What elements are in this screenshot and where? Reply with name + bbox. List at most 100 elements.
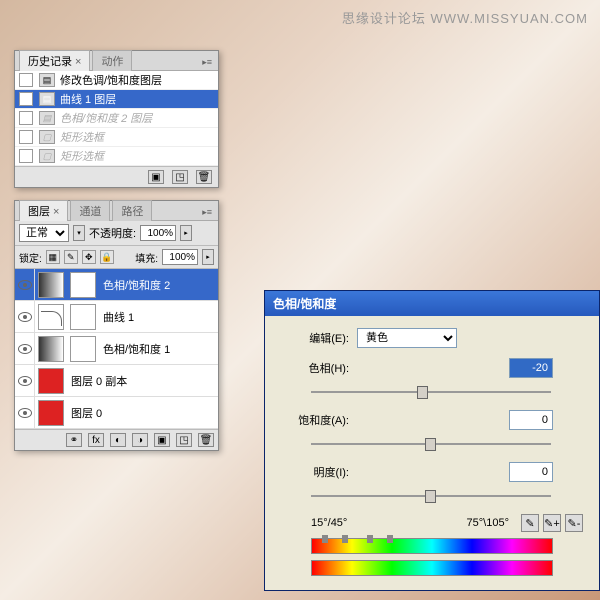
tab-history-label: 历史记录 — [28, 56, 72, 68]
visibility-toggle[interactable] — [15, 365, 35, 396]
panel-menu-icon[interactable]: ▸≡ — [202, 57, 212, 68]
layer-mask-thumbnail[interactable] — [70, 336, 96, 362]
range-marker[interactable] — [342, 535, 348, 543]
layer-thumbnail[interactable] — [38, 336, 64, 362]
edit-select[interactable]: 黄色 — [357, 328, 457, 348]
history-checkbox[interactable] — [19, 149, 33, 163]
saturation-label: 饱和度(A): — [281, 412, 349, 428]
color-spectrum-top[interactable] — [311, 538, 553, 554]
history-checkbox[interactable] — [19, 130, 33, 144]
color-spectrum-bottom — [311, 560, 553, 576]
fx-icon[interactable]: fx — [88, 433, 104, 447]
range-left-text: 15°/45° — [311, 517, 410, 529]
hue-label: 色相(H): — [281, 360, 349, 376]
opacity-input[interactable] — [140, 225, 176, 241]
trash-icon[interactable]: 🗑 — [196, 170, 212, 184]
folder-icon[interactable]: ▣ — [154, 433, 170, 447]
slider-thumb[interactable] — [425, 438, 436, 451]
history-item[interactable]: ▤色相/饱和度 2 图层 — [15, 109, 218, 128]
history-item[interactable]: ▢矩形选框 — [15, 147, 218, 166]
lock-all-icon[interactable]: 🔒 — [100, 250, 114, 264]
new-state-icon[interactable]: ◳ — [172, 170, 188, 184]
tab-layers-label: 图层 — [28, 206, 50, 218]
edit-label: 编辑(E): — [281, 330, 349, 346]
tab-history[interactable]: 历史记录× — [19, 50, 90, 71]
tab-layers[interactable]: 图层× — [19, 200, 68, 221]
lightness-slider[interactable] — [311, 486, 551, 506]
fill-label: 填充: — [135, 250, 158, 265]
range-marker[interactable] — [387, 535, 393, 543]
layer-list: 色相/饱和度 2 曲线 1 色相/饱和度 1 图层 0 副本 图层 0 — [15, 269, 218, 429]
history-item-label: 修改色调/饱和度图层 — [60, 72, 162, 88]
lock-transparent-icon[interactable]: ▦ — [46, 250, 60, 264]
history-checkbox[interactable] — [19, 92, 33, 106]
eye-icon — [18, 312, 32, 322]
history-item[interactable]: ▤曲线 1 图层 — [15, 90, 218, 109]
hue-saturation-dialog: 色相/饱和度 编辑(E): 黄色 色相(H): 饱和度(A): 明度(I): 1… — [264, 290, 600, 591]
range-marker[interactable] — [322, 535, 328, 543]
layers-panel: 图层× 通道 路径 ▸≡ 正常 ▾ 不透明度: ▸ 锁定: ▦ ✎ ✥ 🔒 填充… — [14, 200, 219, 451]
slider-thumb[interactable] — [417, 386, 428, 399]
layer-thumbnail[interactable] — [38, 400, 64, 426]
layer-item[interactable]: 图层 0 — [15, 397, 218, 429]
layer-thumbnail[interactable] — [38, 368, 64, 394]
eyedropper-add-icon[interactable]: ✎+ — [543, 514, 561, 532]
lock-row: 锁定: ▦ ✎ ✥ 🔒 填充: ▸ — [15, 246, 218, 269]
fill-input[interactable] — [162, 249, 198, 265]
layer-mask-thumbnail[interactable] — [70, 272, 96, 298]
hue-input[interactable] — [509, 358, 553, 378]
chevron-down-icon[interactable]: ▾ — [73, 225, 85, 241]
layer-mask-thumbnail[interactable] — [70, 304, 96, 330]
tab-paths[interactable]: 路径 — [112, 200, 152, 221]
opacity-label: 不透明度: — [89, 225, 136, 241]
history-item-label: 矩形选框 — [60, 129, 104, 145]
range-right-text: 75°\105° — [410, 517, 509, 529]
lock-move-icon[interactable]: ✥ — [82, 250, 96, 264]
saturation-slider[interactable] — [311, 434, 551, 454]
history-item[interactable]: ▤修改色调/饱和度图层 — [15, 71, 218, 90]
layer-item[interactable]: 曲线 1 — [15, 301, 218, 333]
layer-thumbnail[interactable] — [38, 272, 64, 298]
link-icon[interactable]: ⚭ — [66, 433, 82, 447]
history-item[interactable]: ▢矩形选框 — [15, 128, 218, 147]
history-item-label: 色相/饱和度 2 图层 — [60, 110, 152, 126]
close-icon[interactable]: × — [75, 56, 81, 68]
tab-channels[interactable]: 通道 — [70, 200, 110, 221]
lock-label: 锁定: — [19, 250, 42, 265]
snapshot-icon[interactable]: ▣ — [148, 170, 164, 184]
blend-mode-select[interactable]: 正常 — [19, 224, 69, 242]
trash-icon[interactable]: 🗑 — [198, 433, 214, 447]
visibility-toggle[interactable] — [15, 301, 35, 332]
history-checkbox[interactable] — [19, 111, 33, 125]
layer-item[interactable]: 图层 0 副本 — [15, 365, 218, 397]
slider-thumb[interactable] — [425, 490, 436, 503]
close-icon[interactable]: × — [53, 206, 59, 218]
tab-actions[interactable]: 动作 — [92, 50, 132, 71]
range-marker[interactable] — [367, 535, 373, 543]
panel-menu-icon[interactable]: ▸≡ — [202, 207, 212, 218]
eyedropper-icon[interactable]: ✎ — [521, 514, 539, 532]
new-layer-icon[interactable]: ◳ — [176, 433, 192, 447]
layer-name: 色相/饱和度 2 — [99, 277, 218, 293]
chevron-right-icon[interactable]: ▸ — [180, 225, 192, 241]
lightness-input[interactable] — [509, 462, 553, 482]
visibility-toggle[interactable] — [15, 397, 35, 428]
visibility-toggle[interactable] — [15, 269, 35, 300]
hue-slider[interactable] — [311, 382, 551, 402]
lock-brush-icon[interactable]: ✎ — [64, 250, 78, 264]
history-item-label: 曲线 1 图层 — [60, 91, 116, 107]
eyedropper-subtract-icon[interactable]: ✎- — [565, 514, 583, 532]
lightness-label: 明度(I): — [281, 464, 349, 480]
marquee-icon: ▢ — [39, 149, 55, 163]
adjustment-layer-icon[interactable]: ◑ — [132, 433, 148, 447]
chevron-right-icon[interactable]: ▸ — [202, 249, 214, 265]
history-checkbox[interactable] — [19, 73, 33, 87]
layer-item[interactable]: 色相/饱和度 2 — [15, 269, 218, 301]
layer-item[interactable]: 色相/饱和度 1 — [15, 333, 218, 365]
layer-thumbnail[interactable] — [38, 304, 64, 330]
layer-name: 色相/饱和度 1 — [99, 341, 218, 357]
visibility-toggle[interactable] — [15, 333, 35, 364]
saturation-input[interactable] — [509, 410, 553, 430]
mask-icon[interactable]: ◐ — [110, 433, 126, 447]
eye-icon — [18, 280, 32, 290]
